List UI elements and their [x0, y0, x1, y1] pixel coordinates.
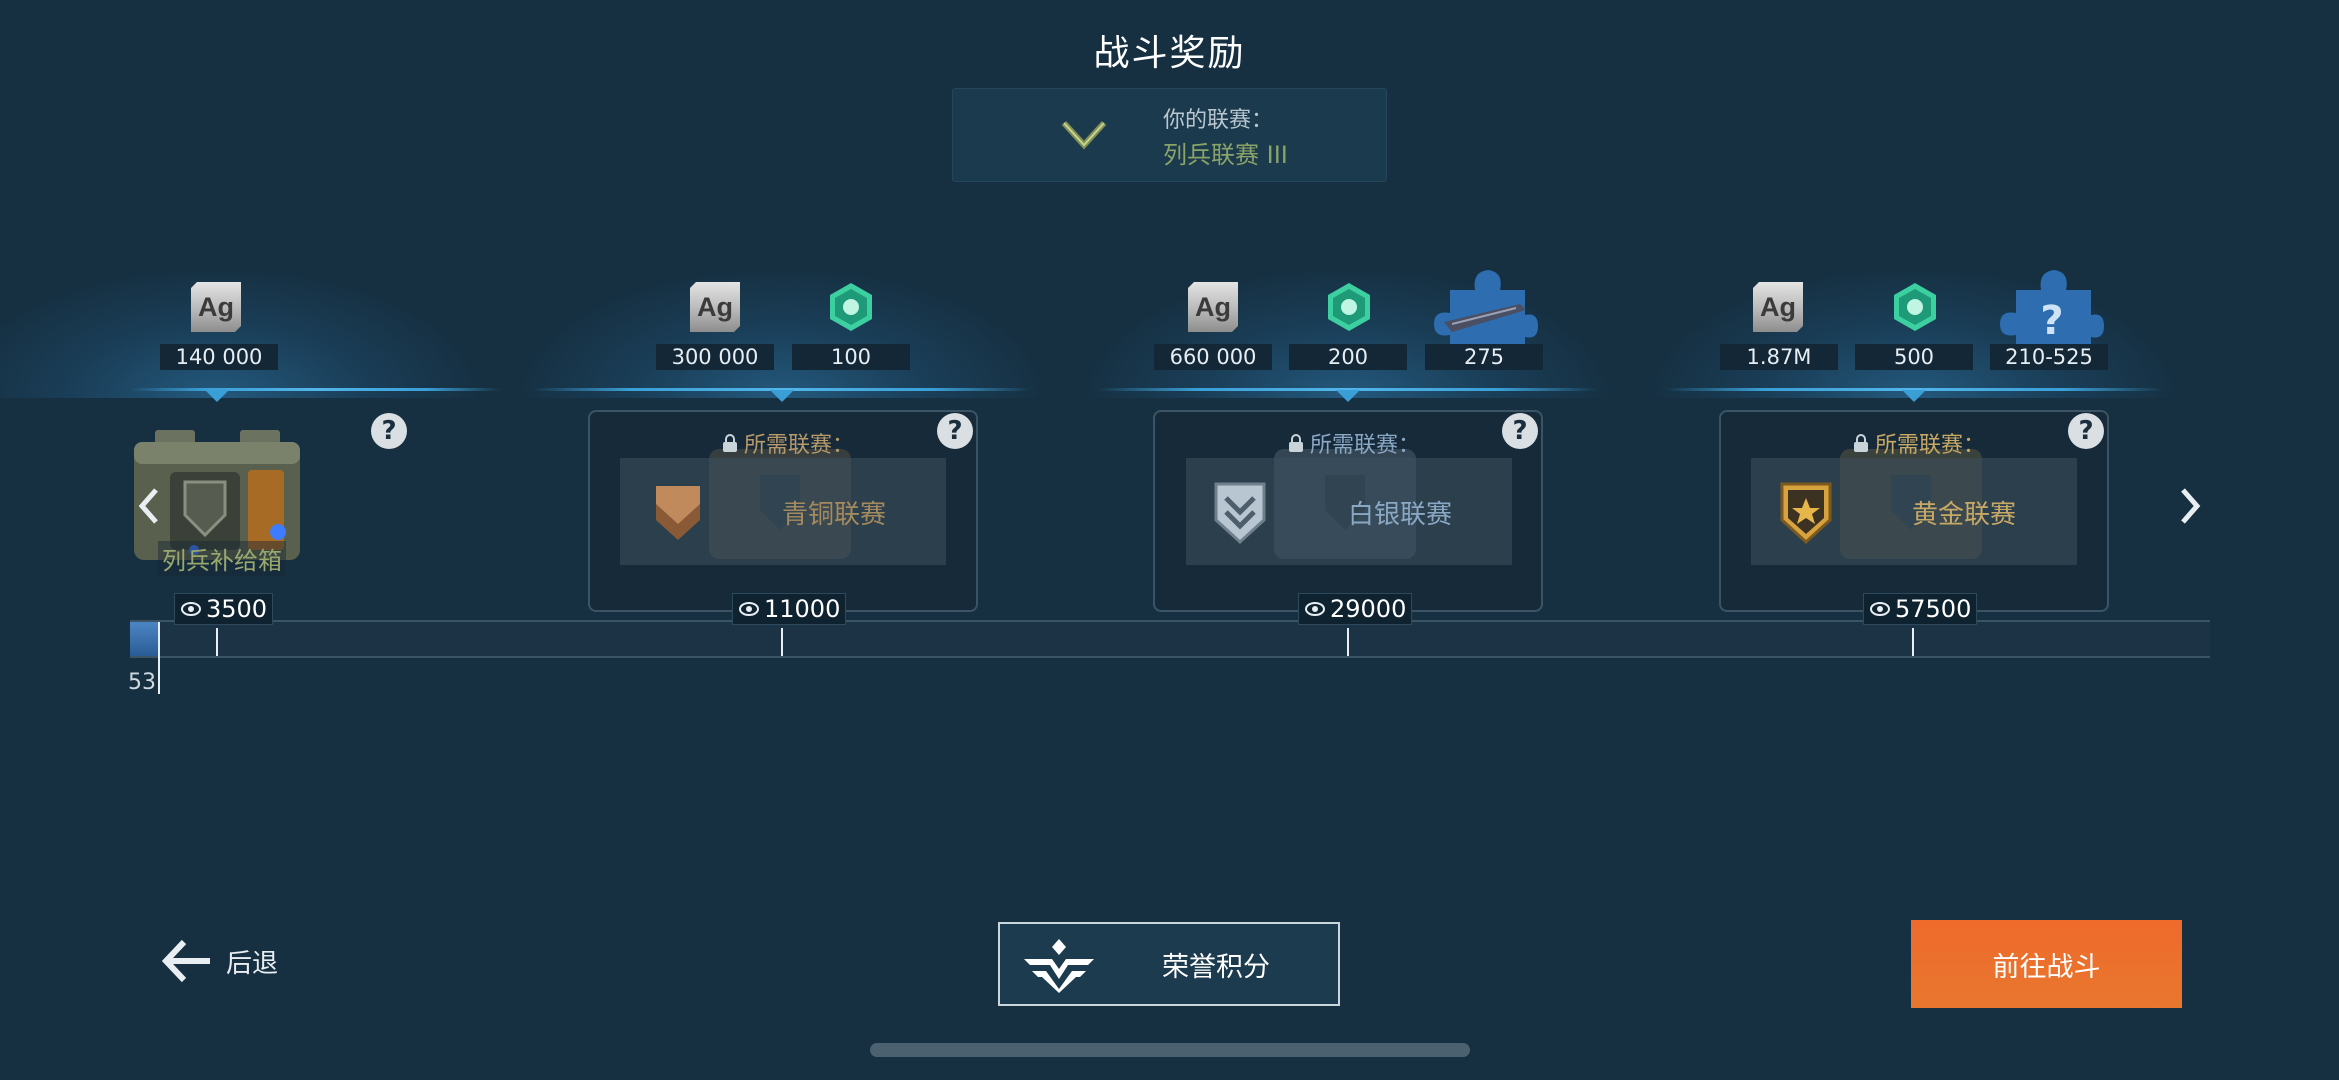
- tier-4-blueprint-amount: 210-525: [1990, 344, 2108, 370]
- gem-icon: [830, 283, 872, 331]
- progress-fill: [130, 622, 160, 656]
- svg-text:?: ?: [2040, 298, 2063, 344]
- progress-track: [130, 620, 2210, 658]
- lock-icon: [723, 434, 737, 452]
- gem-icon: [1328, 283, 1370, 331]
- tier-4-threshold: 57500: [1863, 593, 1978, 625]
- honor-points-button[interactable]: 荣誉积分: [998, 922, 1340, 1006]
- tier-3-silver-amount: 660 000: [1154, 344, 1272, 370]
- private-rank-icon: [1061, 120, 1107, 150]
- honor-points-label: 荣誉积分: [1162, 951, 1270, 983]
- tier-3-tick: [1347, 628, 1349, 656]
- tier-4-tick: [1912, 628, 1914, 656]
- tier-1-chest-name: 列兵补给箱: [158, 541, 286, 576]
- tier-4-gem-amount: 500: [1855, 344, 1973, 370]
- tier-4-silver-amount: 1.87M: [1720, 344, 1838, 370]
- back-button[interactable]: 后退: [160, 938, 278, 984]
- tier-3-required-league-name: 白银联赛: [1348, 500, 1453, 530]
- tier-1-help-button[interactable]: ?: [371, 413, 407, 449]
- silver-icon: Ag: [690, 282, 740, 332]
- honor-points-icon: [739, 602, 759, 616]
- lock-icon: [1289, 434, 1303, 452]
- honor-points-icon: [181, 602, 201, 616]
- tier-4-required-league-name: 黄金联赛: [1912, 500, 2017, 530]
- tier-4-help-button[interactable]: ?: [2068, 413, 2104, 449]
- silver-icon: Ag: [191, 282, 241, 332]
- league-name: 列兵联赛 III: [1163, 141, 1288, 169]
- current-progress-marker: [158, 622, 160, 694]
- tier-3-notch: [1336, 390, 1360, 402]
- tier-2-tick: [781, 628, 783, 656]
- honor-points-icon: [1870, 602, 1890, 616]
- tier-1-silver-amount: 140 000: [160, 344, 278, 370]
- tier-2-help-button[interactable]: ?: [937, 413, 973, 449]
- tier-4-threshold-value: 57500: [1895, 595, 1972, 623]
- chevron-left-icon[interactable]: [134, 484, 164, 528]
- tier-2-silver-amount: 300 000: [656, 344, 774, 370]
- tier-3-required-league-label: 所需联赛：: [1288, 427, 1420, 459]
- gold-league-badge-icon: [1780, 482, 1832, 545]
- current-points-value: 53: [128, 670, 156, 695]
- page-title: 战斗奖励: [1093, 33, 1246, 74]
- tier-2-required-label-text: 所需联赛：: [744, 433, 855, 458]
- tier-1-notch: [205, 390, 229, 402]
- back-label: 后退: [226, 948, 279, 979]
- tier-2-required-league-name: 青铜联赛: [782, 500, 887, 530]
- tier-4-notch: [1902, 390, 1926, 402]
- tier-2-threshold: 11000: [732, 593, 847, 625]
- tier-4-required-league-label: 所需联赛：: [1853, 427, 1985, 459]
- tier-3-help-button[interactable]: ?: [1502, 413, 1538, 449]
- tier-2-notch: [770, 390, 794, 402]
- gem-icon: [1894, 283, 1936, 331]
- tier-2-threshold-value: 11000: [764, 595, 841, 623]
- tier-3-blueprint-amount: 275: [1425, 344, 1543, 370]
- arrow-left-icon: [161, 939, 210, 983]
- lock-icon: [1854, 434, 1868, 452]
- league-panel: 你的联赛： 列兵联赛 III: [952, 88, 1387, 182]
- tier-4-required-label-text: 所需联赛：: [1875, 433, 1986, 458]
- silver-icon: Ag: [1753, 282, 1803, 332]
- tier-3-required-label-text: 所需联赛：: [1310, 433, 1421, 458]
- tier-2-reward-fan: [522, 270, 1042, 398]
- silver-icon: Ag: [1188, 282, 1238, 332]
- honor-points-icon: [1305, 602, 1325, 616]
- tier-1-tick: [216, 628, 218, 656]
- tier-2-gem-amount: 100: [792, 344, 910, 370]
- home-indicator[interactable]: [870, 1043, 1470, 1057]
- tier-1-fan-line: [130, 388, 500, 391]
- tier-2-required-league-label: 所需联赛：: [722, 427, 854, 459]
- tier-3-gem-amount: 200: [1289, 344, 1407, 370]
- tier-3-threshold-value: 29000: [1330, 595, 1407, 623]
- tier-3-threshold: 29000: [1298, 593, 1413, 625]
- tier-1-threshold-value: 3500: [206, 595, 268, 623]
- silver-league-badge-icon: [1214, 482, 1266, 545]
- tier-1-threshold: 3500: [174, 593, 274, 625]
- league-label: 你的联赛：: [1163, 108, 1274, 133]
- honor-wings-icon: [1024, 939, 1094, 993]
- bronze-league-badge-icon: [656, 486, 700, 540]
- go-to-battle-button[interactable]: 前往战斗: [1911, 920, 2182, 1008]
- chevron-right-icon[interactable]: [2175, 484, 2205, 528]
